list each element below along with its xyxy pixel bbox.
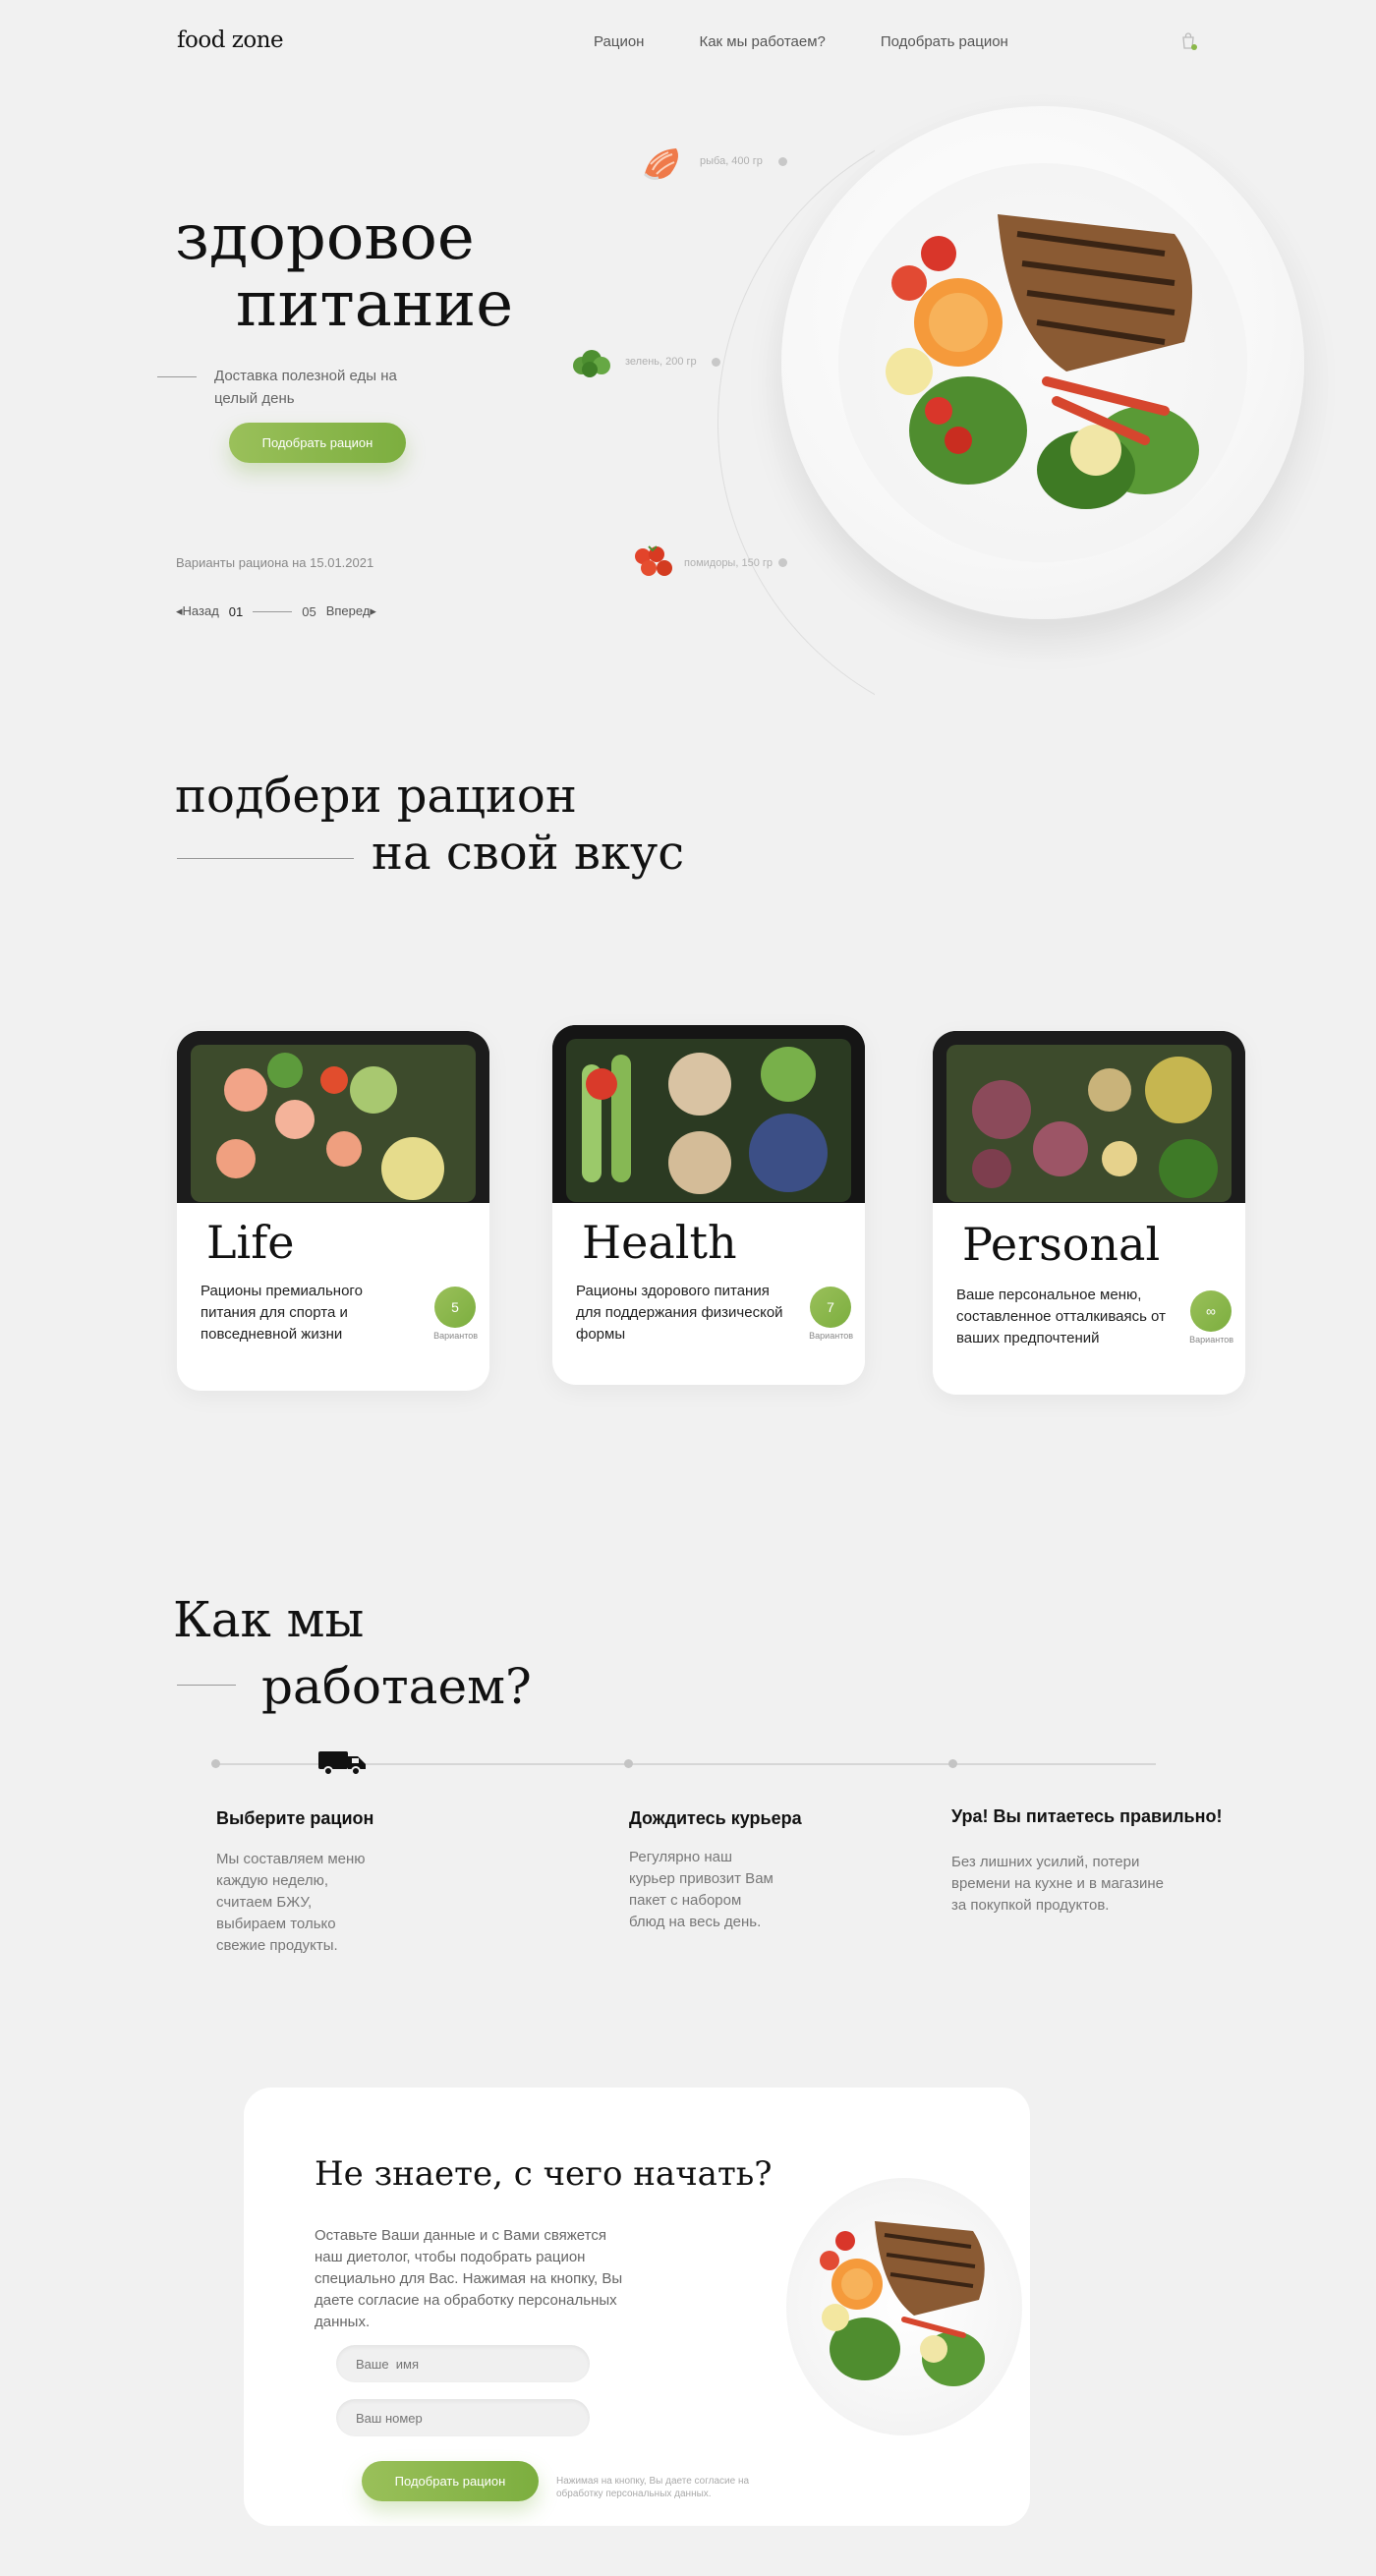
how-title-line2: работаем? — [261, 1657, 532, 1715]
logo[interactable]: food zone — [177, 28, 284, 53]
variants-count-label: Вариантов — [1189, 1335, 1233, 1345]
hero-subtitle: Доставка полезной еды на целый день — [214, 368, 397, 407]
timeline-dot — [211, 1759, 220, 1768]
pager-divider — [253, 610, 293, 612]
diet-card-name: Personal — [962, 1218, 1161, 1271]
step-text: Без лишних усилий, потери времени на кух… — [951, 1854, 1164, 1914]
timeline-dot — [624, 1759, 633, 1768]
ingredient-tomatoes-label: помидоры, 150 гр — [684, 557, 773, 569]
phone-input[interactable] — [336, 2399, 590, 2436]
hero-plate-image — [781, 106, 1304, 619]
cta-consent-note: Нажимая на кнопку, Вы даете согласие на … — [556, 2476, 750, 2499]
ingredient-fish-label: рыба, 400 гр — [700, 155, 763, 167]
step-title: Дождитесь курьера — [629, 1808, 802, 1828]
nav-item-how-we-work[interactable]: Как мы работаем? — [699, 33, 825, 50]
hero-pager: ◂Назад 01 05 Вперед▸ — [176, 603, 376, 619]
ingredient-greens-label: зелень, 200 гр — [625, 356, 697, 368]
cta-text: Оставьте Ваши данные и с Вами свяжется н… — [315, 2227, 623, 2330]
site-header: food zone Рацион Как мы работаем? Подобр… — [0, 0, 1376, 85]
name-input[interactable] — [336, 2345, 590, 2382]
greens-icon — [573, 350, 610, 377]
variants-count-label: Вариантов — [433, 1331, 478, 1341]
step-title: Выберите рацион — [216, 1808, 374, 1828]
diet-card-health[interactable]: Health Рационы здорового питания для под… — [552, 1025, 865, 1385]
hero-title-line1: здоровое — [175, 201, 475, 274]
diets-title-line2: на свой вкус — [372, 825, 685, 881]
how-divider — [177, 1685, 236, 1686]
step-title: Ура! Вы питаетесь правильно! — [951, 1806, 1223, 1826]
hero-title-line2: питание — [236, 268, 514, 341]
orbit-dot — [778, 157, 787, 166]
diet-card-life[interactable]: Life Рационы премиального питания для сп… — [177, 1031, 489, 1391]
cta-submit-button[interactable]: Подобрать рацион — [362, 2461, 539, 2501]
salad-dish-illustration — [886, 214, 1199, 509]
diet-card-name: Life — [206, 1216, 295, 1269]
shopping-bag-icon[interactable] — [1180, 31, 1198, 51]
diets-title-line1: подбери рацион — [175, 769, 577, 824]
pager-next[interactable]: Вперед▸ — [326, 603, 376, 619]
how-section-title: Как мы работаем? — [173, 1587, 532, 1720]
orbit-dot — [712, 358, 720, 367]
salad-dish-illustration — [820, 2221, 985, 2386]
hero-choose-diet-button[interactable]: Подобрать рацион — [229, 423, 406, 463]
diet-card-name: Health — [582, 1216, 737, 1269]
cta-plate-image — [786, 2178, 1022, 2435]
pager-total: 05 — [302, 603, 316, 619]
hero-title: здоровое питание — [175, 206, 513, 336]
cta-form-card: Не знаете, с чего начать? Оставьте Ваши … — [244, 2088, 1030, 2526]
variants-count-badge: 5 — [434, 1287, 476, 1328]
nav-item-choose-diet[interactable]: Подобрать рацион — [881, 33, 1008, 50]
variants-count-badge: ∞ — [1190, 1290, 1232, 1332]
step-text: Регулярно наш курьер привозит Вам пакет … — [629, 1849, 774, 1930]
tomatoes-icon — [635, 545, 672, 576]
nav-item-diet[interactable]: Рацион — [594, 33, 644, 50]
timeline-dot — [948, 1759, 957, 1768]
diet-card-image — [933, 1031, 1245, 1203]
cta-title: Не знаете, с чего начать? — [315, 2154, 773, 2194]
variants-date: Варианты рациона на 15.01.2021 — [176, 555, 374, 570]
pager-prev[interactable]: ◂Назад — [176, 603, 219, 619]
pager-current: 01 — [228, 603, 244, 619]
diet-card-personal[interactable]: Personal Ваше персональное меню, составл… — [933, 1031, 1245, 1395]
delivery-truck-icon — [318, 1751, 366, 1776]
variants-count-badge: 7 — [810, 1287, 851, 1328]
salmon-icon — [643, 148, 678, 180]
hero-divider — [157, 376, 197, 377]
how-title-line1: Как мы — [173, 1591, 365, 1648]
diet-card-desc: Ваше персональное меню, составленное отт… — [956, 1287, 1166, 1346]
variants-count-label: Вариантов — [809, 1331, 853, 1341]
diets-section-title: подбери рацион на свой вкус — [175, 769, 684, 882]
orbit-dot — [778, 558, 787, 567]
step-text: Мы составляем меню каждую неделю, считае… — [216, 1851, 366, 1954]
diet-card-image — [177, 1031, 489, 1203]
diet-card-image — [552, 1025, 865, 1203]
diets-divider — [177, 858, 354, 859]
diet-card-desc: Рационы премиального питания для спорта … — [201, 1283, 363, 1343]
diet-card-desc: Рационы здорового питания для поддержани… — [576, 1283, 783, 1343]
main-nav: Рацион Как мы работаем? Подобрать рацион — [594, 33, 1008, 50]
